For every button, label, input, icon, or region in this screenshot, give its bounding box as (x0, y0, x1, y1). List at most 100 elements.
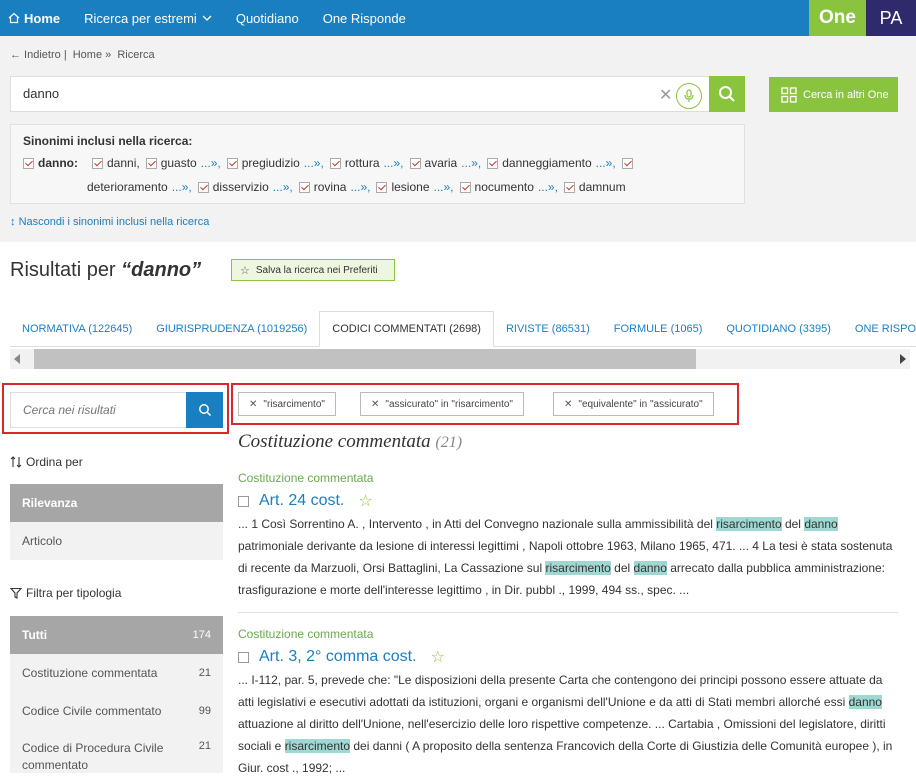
synonym-item[interactable]: rottura ...», (329, 156, 404, 170)
filter-chip-label: "equivalente" in "assicurato" (578, 398, 703, 410)
one-logo-badge[interactable]: One (809, 0, 866, 36)
checkbox-checked[interactable] (329, 157, 341, 169)
synonym-item[interactable]: rovina...», (298, 180, 370, 194)
type-filter-count: 99 (198, 705, 211, 717)
close-icon[interactable]: ✕ (371, 399, 379, 410)
result-snippet: ... 1 Così Sorrentino A. , Intervento , … (238, 513, 898, 601)
checkbox-checked[interactable] (145, 157, 157, 169)
tab-giurisprudenza[interactable]: GIURISPRUDENZA (1019256) (144, 311, 319, 347)
checkbox-checked[interactable] (487, 157, 499, 169)
sort-option-articolo[interactable]: Articolo (10, 522, 223, 560)
checkbox-checked[interactable] (197, 181, 209, 193)
filter-results-input[interactable] (23, 403, 183, 417)
synonym-more-link[interactable]: ...», (384, 156, 404, 170)
checkbox-checked[interactable] (298, 181, 310, 193)
nav-ricerca-dropdown[interactable]: Ricerca per estremi (72, 0, 224, 36)
results-title-prefix: Risultati per (10, 259, 122, 281)
scroll-right-arrow-icon[interactable] (900, 354, 906, 364)
microphone-button[interactable] (676, 83, 702, 109)
checkbox-checked[interactable] (409, 157, 421, 169)
clear-icon[interactable]: ✕ (659, 85, 672, 105)
synonym-item[interactable]: guasto ...», (145, 156, 221, 170)
cerca-altri-one-button[interactable]: Cerca in altri One (769, 77, 898, 112)
search-button[interactable] (709, 76, 745, 112)
checkbox-checked[interactable] (23, 157, 34, 169)
synonym-item[interactable]: danneggiamento ...», (487, 156, 616, 170)
pa-badge[interactable]: PA (866, 0, 916, 36)
search-icon (719, 86, 735, 102)
synonym-item[interactable]: avaria...», (409, 156, 481, 170)
synonym-more-link[interactable]: ...», (201, 156, 221, 170)
synonym-label: guasto (160, 156, 197, 170)
synonym-label: deterioramento (87, 180, 168, 194)
filter-search-button[interactable] (186, 392, 223, 428)
tab-one-risponde[interactable]: ONE RISPONDE (843, 311, 916, 347)
nav-one-risponde-link[interactable]: One Risponde (311, 0, 418, 36)
grid-icon (781, 86, 797, 103)
result-checkbox[interactable] (238, 651, 249, 663)
checkbox-checked[interactable] (376, 181, 388, 193)
synonym-more-link[interactable]: ...», (461, 156, 481, 170)
synonym-item[interactable]: deterioramento ...», (87, 180, 192, 194)
synonym-item[interactable]: damnum (563, 180, 626, 194)
synonym-item[interactable]: nocumento ...», (459, 180, 558, 194)
category-tabs: NORMATIVA (122645) GIURISPRUDENZA (10192… (10, 311, 916, 347)
tab-formule[interactable]: FORMULE (1065) (602, 311, 715, 347)
type-filter-codice-civile[interactable]: Codice Civile commentato 99 (10, 692, 223, 730)
checkbox-checked[interactable] (226, 157, 238, 169)
star-icon[interactable]: ☆ (431, 647, 445, 667)
snippet-text: del (610, 561, 634, 575)
tab-normativa[interactable]: NORMATIVA (122645) (10, 311, 144, 347)
synonym-more-link[interactable]: ...», (304, 156, 324, 170)
type-filter-costituzione[interactable]: Costituzione commentata 21 (10, 654, 223, 692)
tabs-scrollbar[interactable] (10, 349, 910, 369)
synonym-item[interactable]: pregiudizio ...», (226, 156, 324, 170)
scroll-left-arrow-icon[interactable] (14, 354, 20, 364)
scrollbar-thumb[interactable] (34, 349, 696, 369)
tab-riviste[interactable]: RIVISTE (86531) (494, 311, 602, 347)
hide-synonyms-link[interactable]: ↕ Nascondi i sinonimi inclusi nella rice… (10, 216, 209, 228)
synonym-label: nocumento (474, 180, 534, 194)
synonyms-line-2: deterioramento ...», disservizio ...», rov… (87, 180, 632, 194)
result-type: Costituzione commentata (238, 627, 374, 641)
result-item: Costituzione commentata Art. 3, 2° comma… (238, 627, 898, 779)
synonym-item[interactable] (621, 157, 637, 169)
nav-home-link[interactable]: Home (0, 0, 72, 36)
synonym-more-link[interactable]: ...», (273, 180, 293, 194)
save-search-button[interactable]: ☆ Salva la ricerca nei Preferiti (231, 259, 395, 281)
synonym-item[interactable]: disservizio ...», (197, 180, 293, 194)
filter-chip[interactable]: ✕ "equivalente" in "assicurato" (553, 392, 714, 416)
synonym-more-link[interactable]: ...», (172, 180, 192, 194)
type-filter-codice-procedura-civile[interactable]: Codice di Procedura Civile commentato 21 (10, 730, 223, 773)
tab-quotidiano[interactable]: QUOTIDIANO (3395) (714, 311, 843, 347)
close-icon[interactable]: ✕ (564, 399, 572, 410)
checkbox-checked[interactable] (621, 157, 633, 169)
checkbox-checked[interactable] (459, 181, 471, 193)
result-title-link[interactable]: Art. 24 cost. (259, 492, 344, 510)
synonym-item[interactable]: danni, (92, 156, 140, 170)
synonym-item[interactable]: lesione ...», (376, 180, 454, 194)
breadcrumb-back-link[interactable]: ← Indietro (10, 49, 61, 61)
tab-codici-commentati[interactable]: CODICI COMMENTATI (2698) (319, 311, 494, 347)
result-divider (238, 612, 898, 613)
result-checkbox[interactable] (238, 495, 249, 507)
sort-option-rilevanza[interactable]: Rilevanza (10, 484, 223, 522)
synonym-more-link[interactable]: ...», (350, 180, 370, 194)
synonym-more-link[interactable]: ...», (434, 180, 454, 194)
search-input[interactable] (23, 86, 623, 101)
synonym-term-item[interactable]: danno: (23, 156, 86, 170)
result-title-link[interactable]: Art. 3, 2° comma cost. (259, 648, 417, 666)
synonym-more-link[interactable]: ...», (596, 156, 616, 170)
breadcrumb-home-link[interactable]: Home (73, 49, 102, 61)
filter-chip[interactable]: ✕ "risarcimento" (238, 392, 336, 416)
star-icon: ☆ (240, 264, 250, 277)
filter-chip[interactable]: ✕ "assicurato" in "risarcimento" (360, 392, 524, 416)
close-icon[interactable]: ✕ (249, 399, 257, 410)
checkbox-checked[interactable] (563, 181, 575, 193)
search-icon (198, 404, 211, 417)
synonym-more-link[interactable]: ...», (538, 180, 558, 194)
checkbox-checked[interactable] (92, 157, 103, 169)
star-icon[interactable]: ☆ (358, 491, 372, 511)
nav-quotidiano-link[interactable]: Quotidiano (224, 0, 311, 36)
type-filter-tutti[interactable]: Tutti 174 (10, 616, 223, 654)
